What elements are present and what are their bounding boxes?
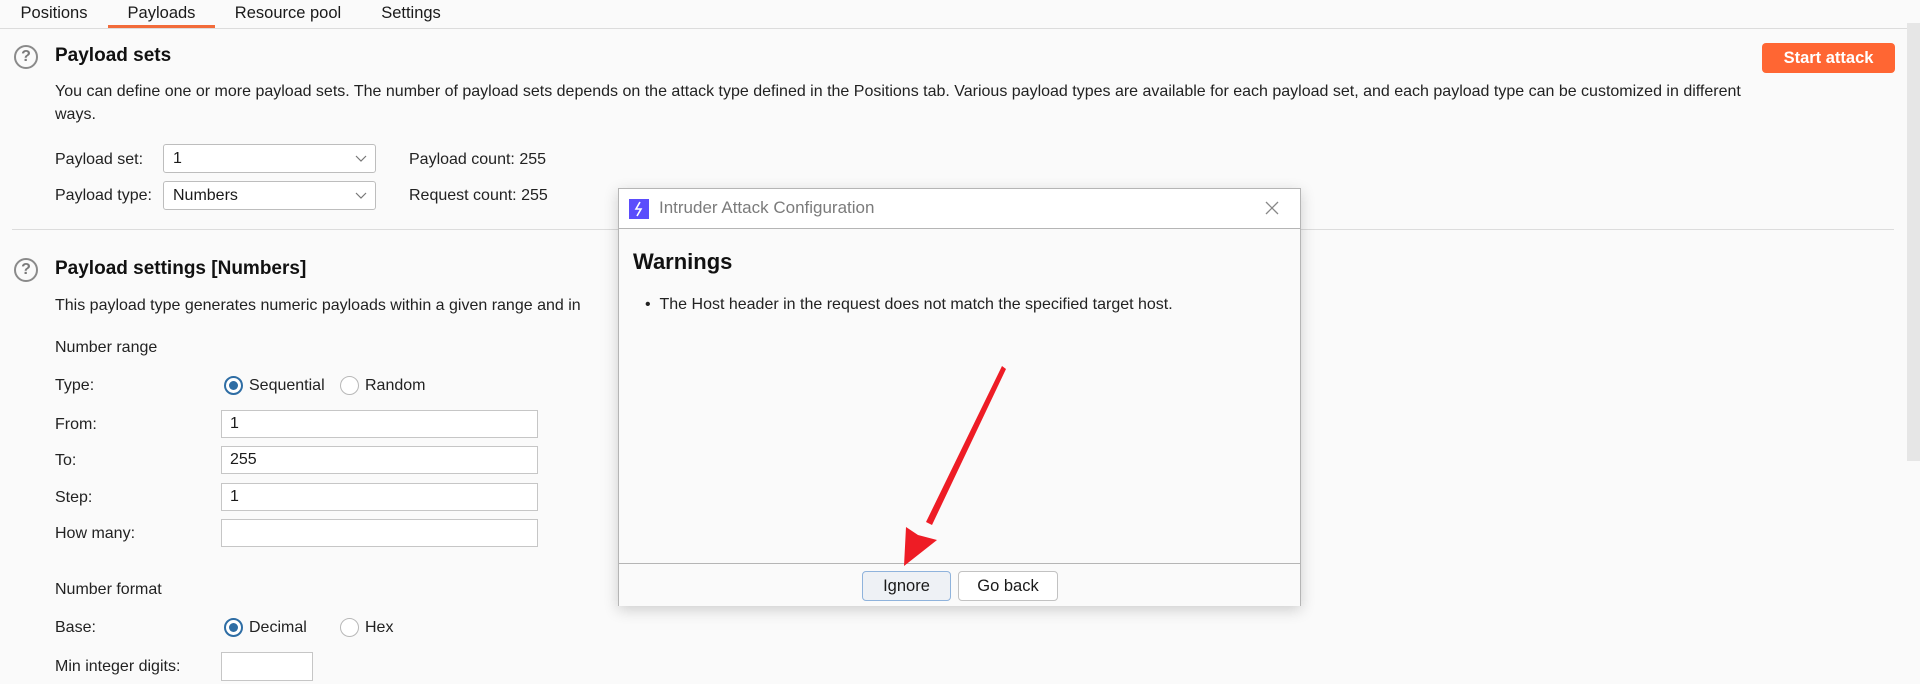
warnings-heading: Warnings [633,249,733,274]
radio-sequential-label[interactable]: Sequential [249,376,325,396]
from-input[interactable]: 1 [221,410,538,438]
description-line-2: ways. [55,106,96,123]
radio-hex-label[interactable]: Hex [365,618,393,638]
close-icon[interactable] [1262,198,1282,218]
help-icon[interactable]: ? [14,45,38,69]
help-icon[interactable]: ? [14,258,38,282]
step-input[interactable]: 1 [221,483,538,511]
payload-count-label: Payload count: [409,151,515,168]
base-label: Base: [55,619,96,636]
ignore-button[interactable]: Ignore [862,571,951,601]
description-line-1: You can define one or more payload sets.… [55,83,1741,100]
chevron-down-icon [355,155,367,162]
step-label: Step: [55,489,93,506]
tab-bar: Positions Payloads Resource pool Setting… [0,0,1920,29]
payload-sets-description: You can define one or more payload sets.… [55,80,1895,126]
from-label: From: [55,416,97,433]
dialog-footer: Ignore Go back [619,563,1300,606]
payload-set-value: 1 [173,150,182,167]
payload-type-select[interactable]: Numbers [163,181,376,210]
to-label: To: [55,452,77,469]
radio-decimal[interactable] [224,618,243,637]
intruder-attack-configuration-dialog: Intruder Attack Configuration Warnings •… [618,188,1301,606]
payload-set-label: Payload set: [55,151,144,168]
radio-decimal-label[interactable]: Decimal [249,618,307,638]
burp-lightning-icon [629,199,649,219]
number-range-heading: Number range [55,339,158,356]
number-format-heading: Number format [55,581,162,598]
warning-text: The Host header in the request does not … [659,296,1173,313]
dialog-title: Intruder Attack Configuration [659,198,875,217]
go-back-button[interactable]: Go back [958,571,1058,601]
payload-type-label: Payload type: [55,187,152,204]
payload-count: Payload count: 255 [409,150,546,170]
chevron-down-icon [355,192,367,199]
request-count: Request count: 255 [409,186,548,206]
tab-resource-pool[interactable]: Resource pool [232,2,344,26]
to-input[interactable]: 255 [221,446,538,474]
bullet: • [645,296,660,313]
start-attack-button[interactable]: Start attack [1762,43,1895,73]
radio-random[interactable] [340,376,359,395]
min-integer-digits-input[interactable] [221,652,313,681]
radio-hex[interactable] [340,618,359,637]
warning-item: • The Host header in the request does no… [645,296,1173,314]
radio-sequential[interactable] [224,376,243,395]
request-count-label: Request count: [409,187,517,204]
payload-settings-title: Payload settings [Numbers] [55,258,307,279]
request-count-value: 255 [521,187,548,204]
how-many-input[interactable] [221,519,538,547]
type-label: Type: [55,377,95,394]
payload-settings-description: This payload type generates numeric payl… [55,297,581,314]
payload-sets-title: Payload sets [55,45,172,66]
payload-type-value: Numbers [173,187,238,204]
payload-set-select[interactable]: 1 [163,144,376,173]
payload-count-value: 255 [519,151,547,168]
vertical-scrollbar[interactable] [1907,23,1920,461]
tab-payloads[interactable]: Payloads [108,2,215,28]
dialog-title-bar[interactable]: Intruder Attack Configuration [619,189,1300,229]
how-many-label: How many: [55,525,136,542]
min-integer-digits-label: Min integer digits: [55,658,181,675]
tab-settings[interactable]: Settings [378,2,444,26]
tab-positions[interactable]: Positions [18,2,90,26]
radio-random-label[interactable]: Random [365,376,425,396]
